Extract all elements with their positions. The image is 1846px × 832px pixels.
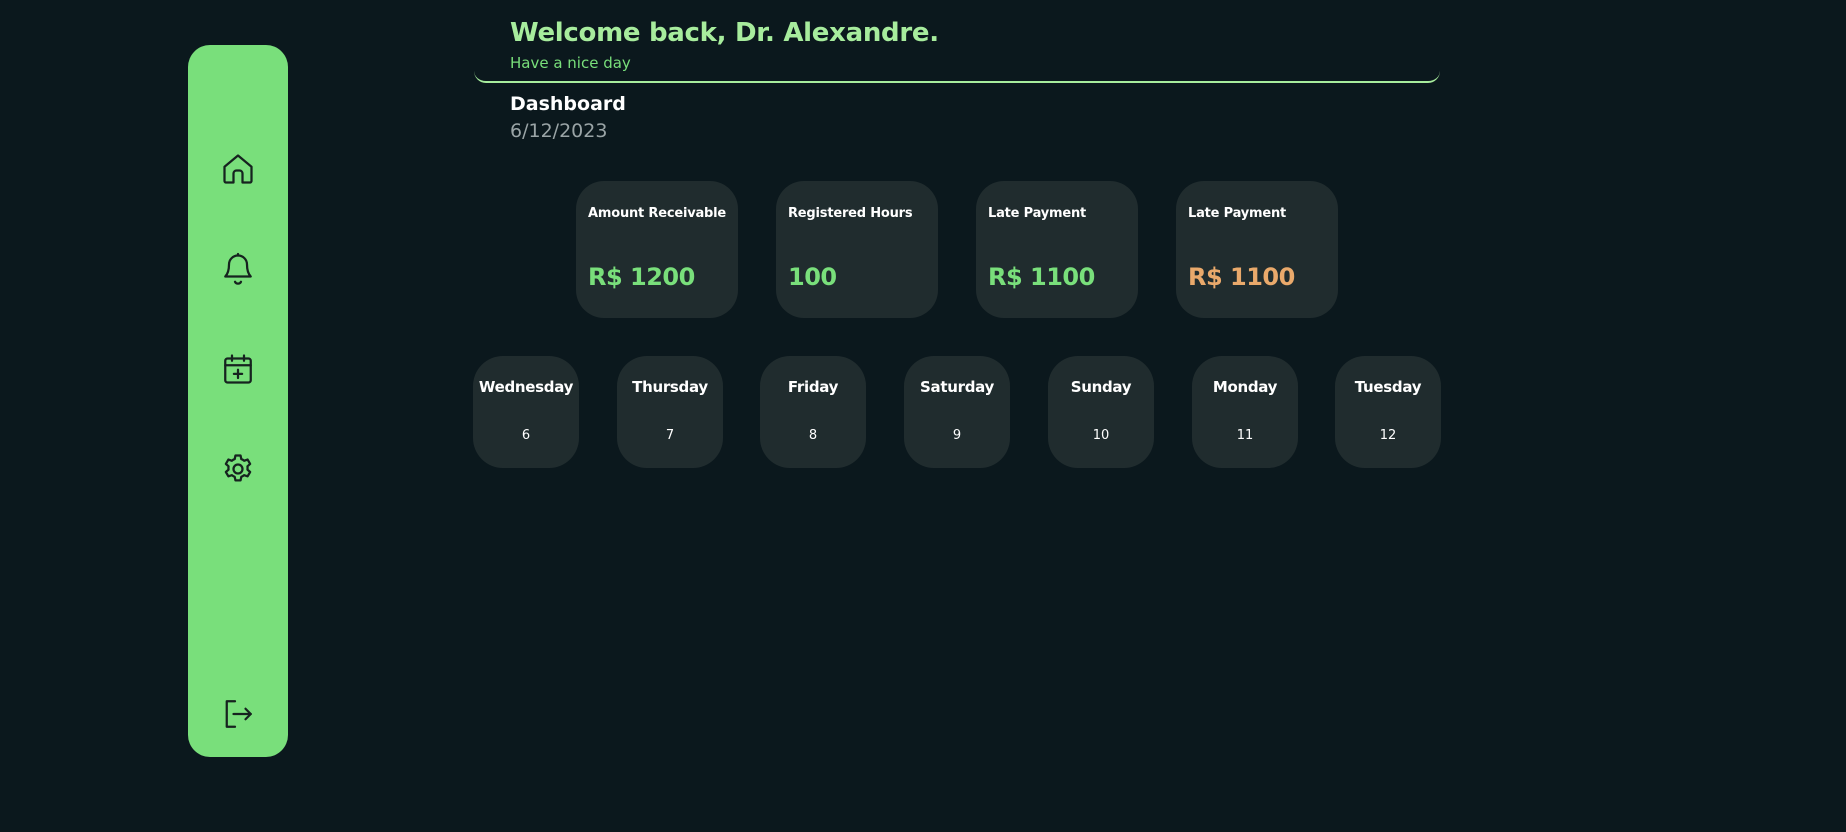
- bell-icon: [224, 252, 252, 285]
- day-card-sunday[interactable]: Sunday 10: [1048, 356, 1154, 468]
- home-icon: [223, 154, 253, 184]
- day-number: 6: [521, 428, 531, 443]
- stat-label: Amount Receivable: [588, 206, 727, 221]
- gear-icon: [224, 454, 252, 482]
- stat-label: Registered Hours: [788, 206, 913, 221]
- header: Welcome back, Dr. Alexandre. Have a nice…: [474, 0, 1440, 83]
- stat-card-late-payment: Late Payment R$ 1100: [976, 181, 1138, 318]
- day-card-saturday[interactable]: Saturday 9: [904, 356, 1010, 468]
- day-card-wednesday[interactable]: Wednesday 6: [473, 356, 579, 468]
- nav-home-button[interactable]: [214, 145, 262, 193]
- stat-label: Late Payment: [988, 206, 1087, 221]
- stat-label: Late Payment: [1188, 206, 1287, 221]
- logout-button[interactable]: [214, 690, 262, 738]
- day-name: Friday: [787, 378, 839, 396]
- day-name: Saturday: [920, 378, 994, 396]
- day-card-thursday[interactable]: Thursday 7: [617, 356, 723, 468]
- day-card-friday[interactable]: Friday 8: [760, 356, 866, 468]
- stat-value: R$ 1100: [988, 263, 1095, 291]
- day-number: 10: [1092, 428, 1110, 443]
- day-name: Thursday: [632, 378, 708, 396]
- nav-settings-button[interactable]: [214, 445, 262, 493]
- nav-notifications-button[interactable]: [214, 245, 262, 293]
- stat-value: 100: [788, 263, 837, 291]
- nav-calendar-button[interactable]: [214, 345, 262, 393]
- logout-icon: [225, 700, 252, 728]
- calendar-plus-icon: [224, 354, 252, 384]
- day-name: Tuesday: [1354, 378, 1422, 396]
- sidebar: [188, 45, 288, 757]
- day-number: 12: [1379, 428, 1397, 443]
- day-card-monday[interactable]: Monday 11: [1192, 356, 1298, 468]
- day-number: 7: [665, 428, 675, 443]
- day-number: 9: [952, 428, 962, 443]
- day-name: Monday: [1212, 378, 1278, 396]
- welcome-message: Welcome back, Dr. Alexandre.: [510, 18, 939, 48]
- day-name: Sunday: [1070, 378, 1132, 396]
- day-card-tuesday[interactable]: Tuesday 12: [1335, 356, 1441, 468]
- day-name: Wednesday: [478, 378, 574, 396]
- current-date: 6/12/2023: [510, 120, 608, 142]
- welcome-subtitle: Have a nice day: [510, 54, 631, 72]
- page-title: Dashboard: [510, 93, 626, 115]
- stat-card-late-payment-warning: Late Payment R$ 1100: [1176, 181, 1338, 318]
- stat-card-registered-hours: Registered Hours 100: [776, 181, 938, 318]
- day-number: 8: [808, 428, 818, 443]
- stat-value: R$ 1100: [1188, 263, 1295, 291]
- stat-value: R$ 1200: [588, 263, 695, 291]
- stat-card-amount-receivable: Amount Receivable R$ 1200: [576, 181, 738, 318]
- day-number: 11: [1236, 428, 1254, 443]
